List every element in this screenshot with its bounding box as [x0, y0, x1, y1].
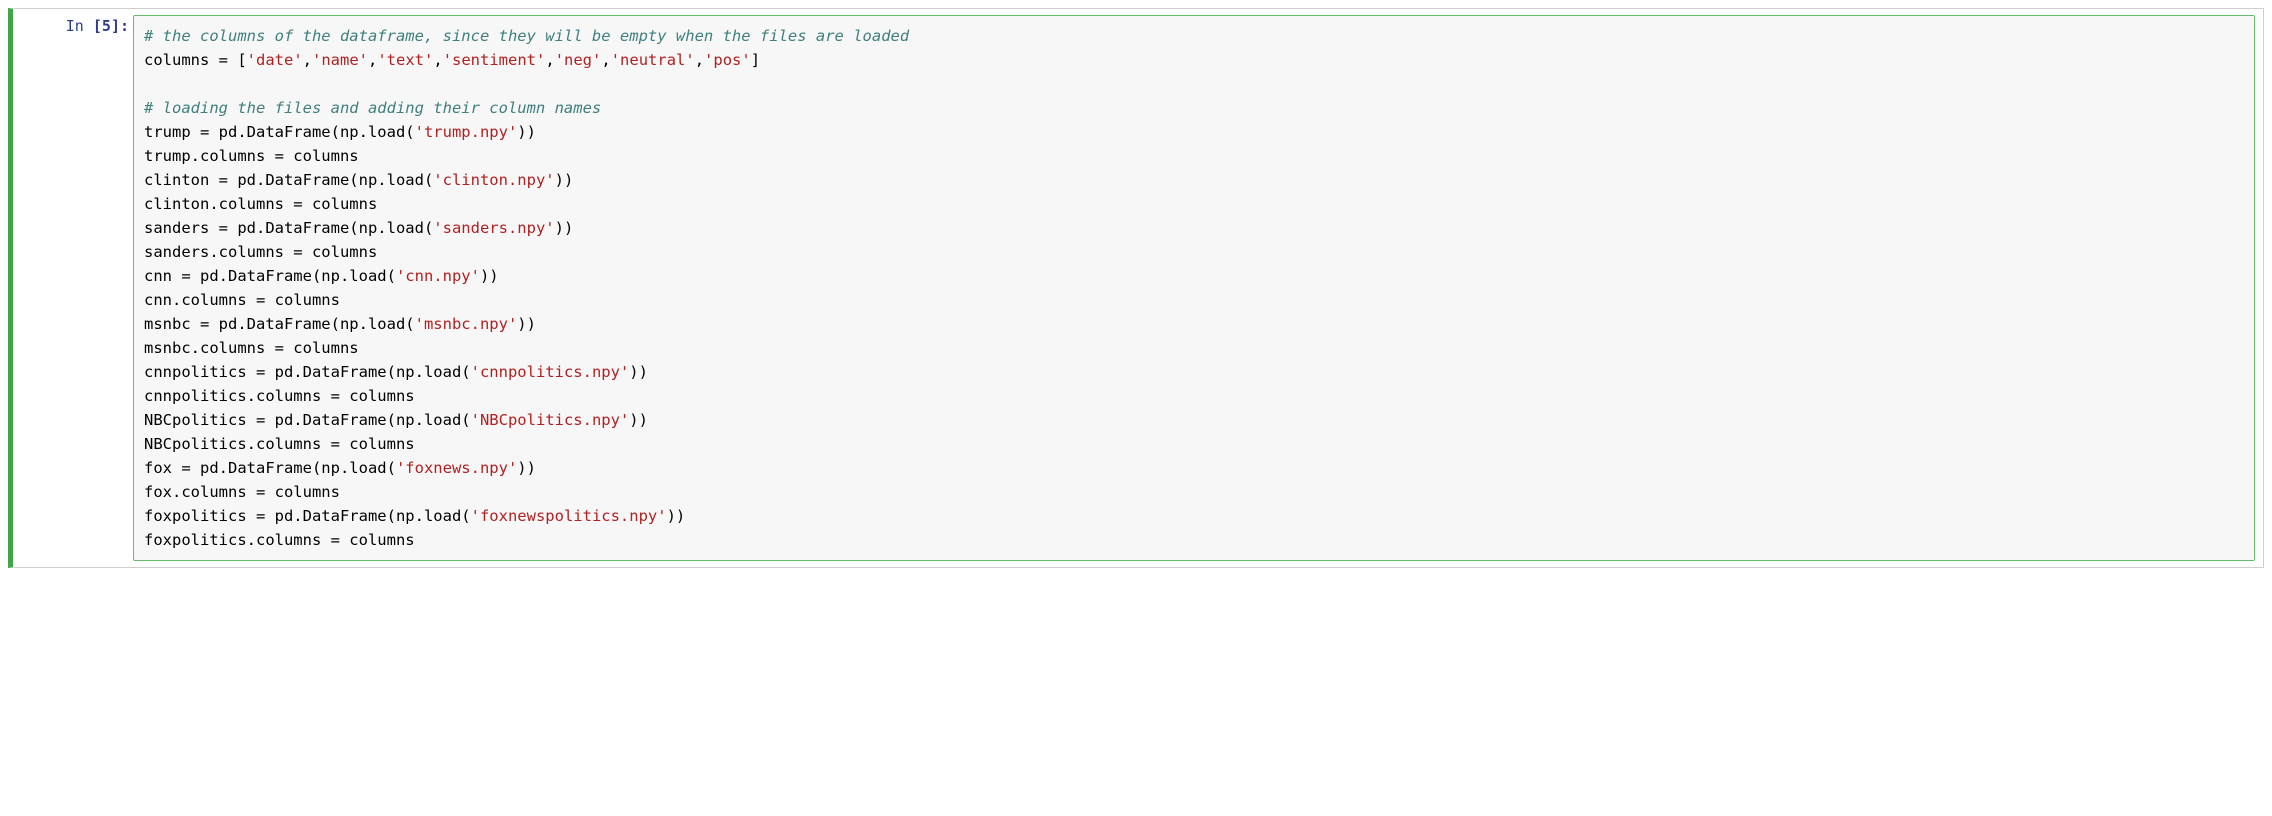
- code-token-string: 'neg': [555, 51, 602, 69]
- code-token-plain: ,: [695, 51, 704, 69]
- code-token-string: 'foxnews.npy': [396, 459, 517, 477]
- code-token-plain: )): [667, 507, 686, 525]
- cell-input-area[interactable]: # the columns of the dataframe, since th…: [133, 15, 2255, 561]
- code-token-plain: fox.columns = columns: [144, 483, 340, 501]
- code-token-plain: ,: [368, 51, 377, 69]
- code-token-string: 'cnnpolitics.npy': [471, 363, 630, 381]
- code-token-plain: msnbc.columns = columns: [144, 339, 359, 357]
- code-token-string: 'cnn.npy': [396, 267, 480, 285]
- code-token-string: 'neutral': [611, 51, 695, 69]
- notebook-code-cell[interactable]: In [5]: # the columns of the dataframe, …: [8, 8, 2264, 568]
- code-token-string: 'trump.npy': [415, 123, 518, 141]
- code-token-string: 'msnbc.npy': [415, 315, 518, 333]
- code-token-string: 'foxnewspolitics.npy': [471, 507, 667, 525]
- code-token-plain: NBCpolitics.columns = columns: [144, 435, 415, 453]
- code-token-plain: sanders = pd.DataFrame(np.load(: [144, 219, 433, 237]
- code-token-plain: cnnpolitics.columns = columns: [144, 387, 415, 405]
- code-token-plain: columns = [: [144, 51, 247, 69]
- code-token-plain: ]: [751, 51, 760, 69]
- code-token-plain: ,: [433, 51, 442, 69]
- code-token-plain: trump.columns = columns: [144, 147, 359, 165]
- code-token-string: 'text': [377, 51, 433, 69]
- code-token-plain: )): [517, 315, 536, 333]
- code-token-plain: ,: [303, 51, 312, 69]
- code-token-string: 'date': [247, 51, 303, 69]
- prompt-open-bracket: [: [93, 17, 102, 35]
- code-token-comment: # the columns of the dataframe, since th…: [144, 27, 909, 45]
- code-token-string: 'pos': [704, 51, 751, 69]
- code-token-plain: )): [517, 123, 536, 141]
- code-token-comment: # loading the files and adding their col…: [144, 99, 601, 117]
- code-token-string: 'name': [312, 51, 368, 69]
- code-token-plain: )): [480, 267, 499, 285]
- code-token-plain: )): [517, 459, 536, 477]
- prompt-number: 5: [102, 17, 111, 35]
- code-token-plain: cnnpolitics = pd.DataFrame(np.load(: [144, 363, 471, 381]
- code-token-plain: )): [629, 363, 648, 381]
- code-token-plain: foxpolitics.columns = columns: [144, 531, 415, 549]
- code-token-plain: sanders.columns = columns: [144, 243, 377, 261]
- code-token-plain: clinton.columns = columns: [144, 195, 377, 213]
- code-token-plain: cnn.columns = columns: [144, 291, 340, 309]
- code-token-plain: ,: [601, 51, 610, 69]
- code-token-plain: fox = pd.DataFrame(np.load(: [144, 459, 396, 477]
- cell-prompt: In [5]:: [13, 9, 133, 567]
- code-token-plain: foxpolitics = pd.DataFrame(np.load(: [144, 507, 471, 525]
- code-block[interactable]: # the columns of the dataframe, since th…: [144, 24, 2244, 552]
- code-token-plain: clinton = pd.DataFrame(np.load(: [144, 171, 433, 189]
- code-token-string: 'sentiment': [443, 51, 546, 69]
- code-token-string: 'NBCpolitics.npy': [471, 411, 630, 429]
- code-token-string: 'clinton.npy': [433, 171, 554, 189]
- code-token-plain: ,: [545, 51, 554, 69]
- code-token-plain: trump = pd.DataFrame(np.load(: [144, 123, 415, 141]
- code-token-plain: )): [555, 219, 574, 237]
- prompt-in-label: In: [66, 17, 93, 35]
- code-token-string: 'sanders.npy': [433, 219, 554, 237]
- code-token-plain: msnbc = pd.DataFrame(np.load(: [144, 315, 415, 333]
- prompt-close-bracket: ]:: [111, 17, 129, 35]
- code-token-plain: )): [555, 171, 574, 189]
- code-token-plain: cnn = pd.DataFrame(np.load(: [144, 267, 396, 285]
- code-token-plain: NBCpolitics = pd.DataFrame(np.load(: [144, 411, 471, 429]
- code-token-plain: )): [629, 411, 648, 429]
